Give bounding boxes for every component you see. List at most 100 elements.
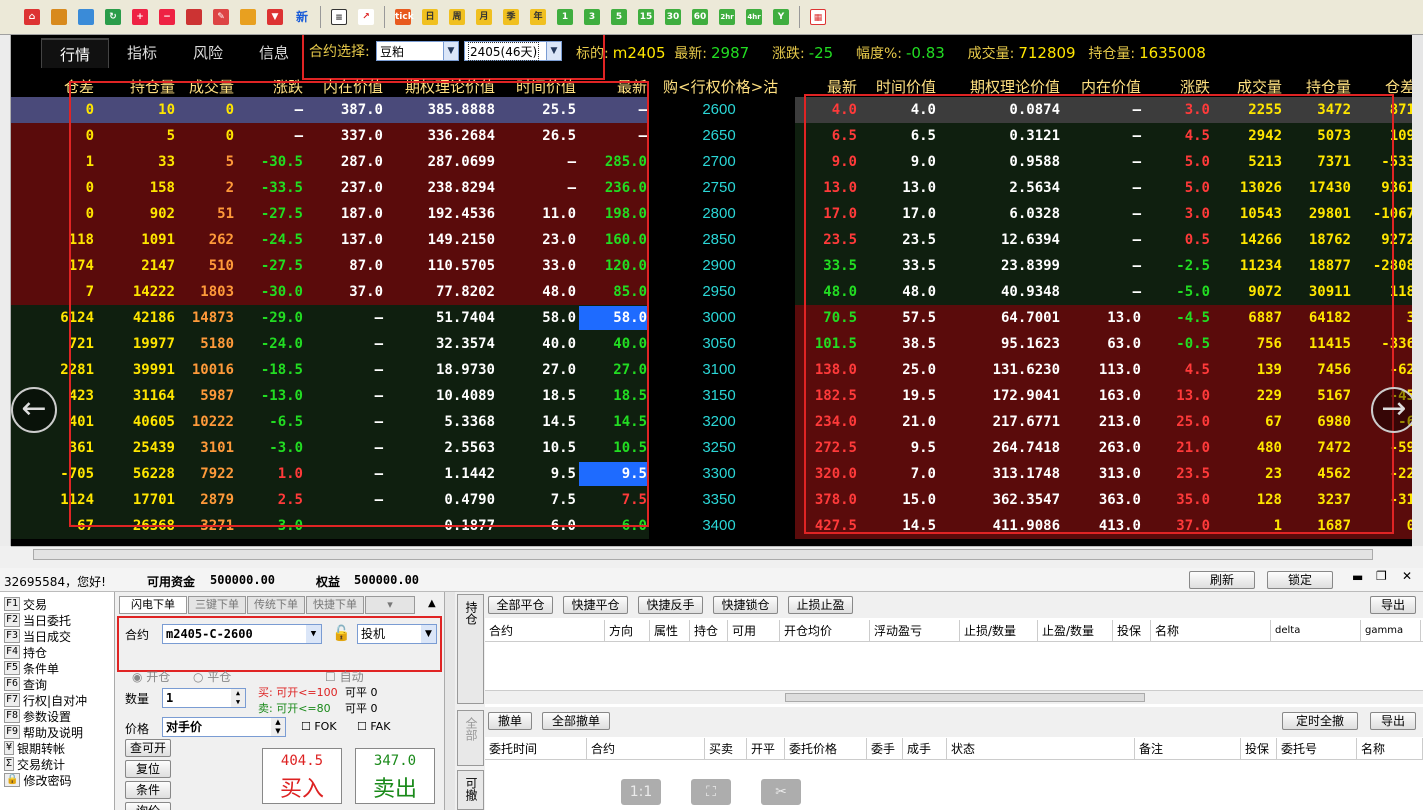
- season-button[interactable]: 季: [499, 6, 523, 28]
- option-row[interactable]: 2281 39991 10016 -18.5—18.9730 27.0 27.0 3100 1…: [11, 357, 1412, 383]
- option-row[interactable]: 0 10 0—387.0 385.8888 25.5—2600 4.0 4.0 0.0874—…: [11, 97, 1412, 123]
- paint-icon[interactable]: [236, 6, 260, 28]
- query-available-button[interactable]: 查可开: [125, 739, 171, 757]
- quick-reverse-button[interactable]: 快捷反手: [638, 596, 703, 614]
- restore-icon[interactable]: ❐: [1376, 569, 1387, 583]
- arrow-right-icon[interactable]: →: [1371, 387, 1412, 433]
- menu-item[interactable]: F1 交易: [4, 596, 47, 612]
- close-all-button[interactable]: 全部平仓: [488, 596, 553, 614]
- reset-button[interactable]: 复位: [125, 760, 171, 778]
- tab-info[interactable]: 信息: [241, 38, 307, 68]
- min30-button[interactable]: 30: [661, 6, 685, 28]
- positions-column-header[interactable]: 浮动盈亏: [870, 620, 960, 642]
- save-icon[interactable]: [47, 6, 71, 28]
- menu-item[interactable]: F9 帮助及说明: [4, 724, 83, 740]
- tab-risk[interactable]: 风险: [175, 38, 241, 68]
- option-row[interactable]: 7 14222 1803 -30.0 37.0 77.8202 48.0 85.0 2950 48…: [11, 279, 1412, 305]
- hedge-select[interactable]: 投机 ▼: [357, 624, 437, 644]
- contract-month-select[interactable]: 2405(46天) ▼: [464, 41, 562, 61]
- minimize-icon[interactable]: ▬: [1352, 570, 1363, 584]
- tab-quotes[interactable]: 行情: [41, 38, 110, 68]
- arrow-left-icon[interactable]: ←: [11, 387, 57, 433]
- week-button[interactable]: 周: [445, 6, 469, 28]
- price-input[interactable]: 对手价 ▲ ▼: [162, 717, 286, 737]
- option-row[interactable]: 0 902 51 -27.5 187.0 192.4536 11.0 198.0 2800 17.…: [11, 201, 1412, 227]
- scroll-thumb[interactable]: [33, 549, 1373, 560]
- orders-column-header[interactable]: 买卖: [705, 738, 747, 760]
- option-row[interactable]: 118 1091 262 -24.5 137.0 149.2150 23.0 160.0 285…: [11, 227, 1412, 253]
- splitter[interactable]: [445, 592, 455, 810]
- strike-price[interactable]: 3000: [649, 309, 789, 326]
- home-icon[interactable]: ⌂: [20, 6, 44, 28]
- menu-item[interactable]: F8 参数设置: [4, 708, 71, 724]
- open-radio[interactable]: ◉ 开仓: [132, 668, 170, 685]
- option-row[interactable]: -67 26368 3271 -3.0—0.1877 6.0 6.0 3400 427.5 14…: [11, 513, 1412, 539]
- positions-scroll-thumb[interactable]: [785, 693, 1145, 702]
- zoom-in-icon[interactable]: +: [128, 6, 152, 28]
- option-row[interactable]: 6124 42186 14873 -29.0—51.7404 58.0 58.0 3000 7…: [11, 305, 1412, 331]
- option-row[interactable]: 1 33 5 -30.5 287.0 287.0699 — 285.0 2700 9.0 9.0 0.…: [11, 149, 1412, 175]
- quick-lock-button[interactable]: 快捷锁仓: [713, 596, 778, 614]
- inquiry-button[interactable]: 询价: [125, 802, 171, 810]
- order-contract-input[interactable]: m2405-C-2600 ▼: [162, 624, 322, 644]
- positions-column-header[interactable]: 名称: [1151, 620, 1271, 642]
- stop-loss-profit-button[interactable]: 止损止盈: [788, 596, 853, 614]
- menu-item[interactable]: Σ 交易统计: [4, 756, 65, 772]
- orders-column-header[interactable]: 合约: [587, 738, 705, 760]
- hr2-button[interactable]: 2hr: [715, 6, 739, 28]
- orders-column-header[interactable]: 委托价格: [785, 738, 867, 760]
- option-row[interactable]: 174 2147 510 -27.5 87.0 110.5705 33.0 120.0 2900…: [11, 253, 1412, 279]
- menu-item[interactable]: 🔒 修改密码: [4, 772, 71, 788]
- positions-column-header[interactable]: gamma: [1361, 620, 1421, 642]
- strike-price[interactable]: 3350: [649, 491, 789, 508]
- strike-price[interactable]: 3400: [649, 517, 789, 534]
- screenshot-icon[interactable]: ✂: [761, 779, 801, 805]
- positions-column-header[interactable]: 方向: [605, 620, 650, 642]
- strike-price[interactable]: 2600: [649, 101, 789, 118]
- close-radio[interactable]: ○ 平仓: [193, 668, 231, 685]
- pen-icon[interactable]: ✎: [209, 6, 233, 28]
- orders-column-header[interactable]: 名称: [1357, 738, 1423, 760]
- positions-hscroll[interactable]: [485, 690, 1423, 704]
- positions-column-header[interactable]: 开仓均价: [780, 620, 870, 642]
- orders-export-button[interactable]: 导出: [1370, 712, 1416, 730]
- positions-column-header[interactable]: 属性: [650, 620, 690, 642]
- cancel-order-button[interactable]: 撤单: [488, 712, 532, 730]
- orders-column-header[interactable]: 成手: [903, 738, 947, 760]
- fok-checkbox[interactable]: ☐ FOK: [301, 720, 337, 733]
- menu-item[interactable]: F4 持仓: [4, 644, 47, 660]
- orders-column-header[interactable]: 投保: [1241, 738, 1277, 760]
- collapse-up-icon[interactable]: ▲: [428, 598, 436, 609]
- strike-price[interactable]: 3050: [649, 335, 789, 352]
- positions-export-button[interactable]: 导出: [1370, 596, 1416, 614]
- positions-column-header[interactable]: delta: [1271, 620, 1361, 642]
- stepper-arrows-icon[interactable]: ▲ ▼: [231, 689, 245, 707]
- min3-button[interactable]: 3: [580, 6, 604, 28]
- option-row[interactable]: 401 40605 10222 -6.5—5.3368 14.5 14.5 3200 234.…: [11, 409, 1412, 435]
- product-select[interactable]: 豆粕 ▼: [376, 41, 459, 61]
- tab-quick-order[interactable]: 快捷下单: [306, 596, 364, 614]
- qty-stepper[interactable]: 1 ▲ ▼: [162, 688, 246, 708]
- cancel-all-button[interactable]: 全部撤单: [542, 712, 610, 730]
- close-icon[interactable]: ✕: [1402, 569, 1412, 583]
- menu-item[interactable]: F7 行权|自对冲: [4, 692, 87, 708]
- strike-price[interactable]: 2700: [649, 153, 789, 170]
- strike-price[interactable]: 3200: [649, 413, 789, 430]
- strike-price[interactable]: 3250: [649, 439, 789, 456]
- fak-checkbox[interactable]: ☐ FAK: [357, 720, 390, 733]
- horizontal-scrollbar[interactable]: [11, 546, 1412, 562]
- chart-icon[interactable]: ↗: [354, 6, 378, 28]
- tab-positions[interactable]: 持仓: [457, 594, 484, 704]
- stepper-arrows-icon[interactable]: ▲ ▼: [271, 718, 285, 736]
- refresh-button[interactable]: 刷新: [1189, 571, 1255, 589]
- lock-button[interactable]: 锁定: [1267, 571, 1333, 589]
- strike-price[interactable]: 2800: [649, 205, 789, 222]
- year-button[interactable]: 年: [526, 6, 550, 28]
- window-icon[interactable]: [74, 6, 98, 28]
- menu-item[interactable]: ¥ 银期转帐: [4, 740, 65, 756]
- strike-price[interactable]: 2900: [649, 257, 789, 274]
- option-row[interactable]: 0 5 0—337.0 336.2684 26.5—2650 6.5 6.5 0.3121—4…: [11, 123, 1412, 149]
- positions-column-header[interactable]: 持仓: [690, 620, 728, 642]
- auto-checkbox[interactable]: ☐ 自动: [325, 668, 364, 685]
- menu-item[interactable]: F5 条件单: [4, 660, 59, 676]
